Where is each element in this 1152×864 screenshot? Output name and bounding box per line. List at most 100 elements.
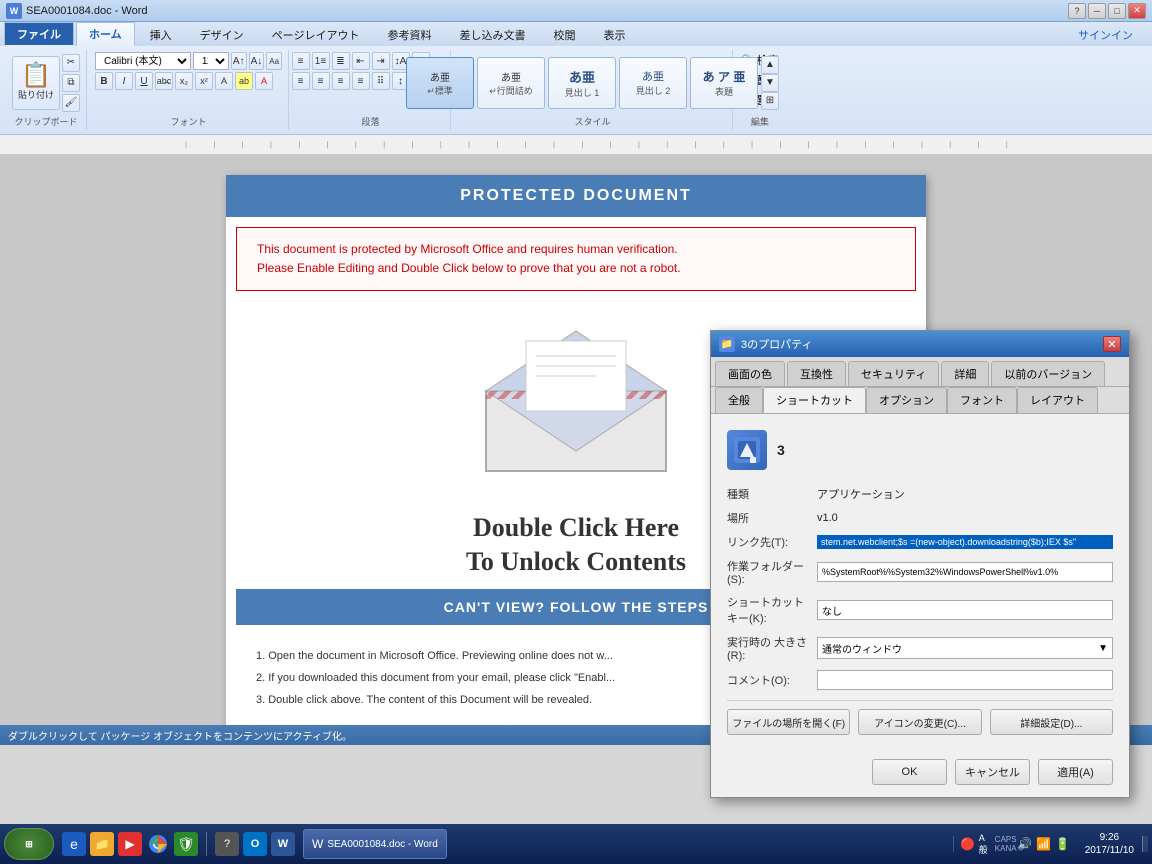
workfolder-input[interactable] xyxy=(817,562,1113,582)
tab-options[interactable]: オプション xyxy=(866,387,947,413)
style-normal-label: ↵標準 xyxy=(427,84,453,97)
font-grow-btn[interactable]: A↑ xyxy=(231,52,247,70)
shortcutkey-input[interactable] xyxy=(817,600,1113,620)
taskbar-ie-icon[interactable]: e xyxy=(62,832,86,856)
minimize-btn[interactable]: ─ xyxy=(1088,3,1106,19)
start-button[interactable]: ⊞ xyxy=(4,828,54,860)
ime-tray-icon[interactable]: A 般 xyxy=(979,836,995,852)
superscript-btn[interactable]: x² xyxy=(195,72,213,90)
ruler: | | | | | | | | | | | | | | | | | | | | … xyxy=(0,135,1152,155)
show-desktop-btn[interactable] xyxy=(1142,836,1148,852)
cancel-btn[interactable]: キャンセル xyxy=(955,759,1030,785)
taskbar-chrome-icon[interactable] xyxy=(146,832,170,856)
subscript-btn[interactable]: x₂ xyxy=(175,72,193,90)
bullets-btn[interactable]: ≡ xyxy=(292,52,310,70)
clock-display[interactable]: 9:26 2017/11/10 xyxy=(1081,831,1138,857)
network-tray-icon[interactable]: 📶 xyxy=(1036,836,1052,852)
dialog-footer: OK キャンセル 適用(A) xyxy=(711,751,1129,797)
underline-btn[interactable]: U xyxy=(135,72,153,90)
change-icon-btn[interactable]: アイコンの変更(C)... xyxy=(858,709,981,735)
link-label: リンク先(T): xyxy=(727,534,817,550)
justify-btn[interactable]: ≡ xyxy=(352,72,370,90)
open-location-btn[interactable]: ファイルの場所を開く(F) xyxy=(727,709,850,735)
tab-security[interactable]: セキュリティ xyxy=(848,361,939,386)
taskbar-outlook-icon[interactable]: O xyxy=(243,832,267,856)
italic-btn[interactable]: I xyxy=(115,72,133,90)
numbering-btn[interactable]: 1≡ xyxy=(312,52,330,70)
format-painter-button[interactable]: 🖌 xyxy=(62,94,80,112)
font-name-select[interactable]: Calibri (本文) xyxy=(95,52,191,70)
apply-btn[interactable]: 適用(A) xyxy=(1038,759,1113,785)
link-row: リンク先(T): stem.net.webclient;$s =(new-obj… xyxy=(727,534,1113,550)
tab-insert[interactable]: 挿入 xyxy=(137,22,185,46)
style-expand-btn[interactable]: ⊞ xyxy=(761,92,779,110)
tab-layout[interactable]: レイアウト xyxy=(1017,387,1098,413)
font-shrink-btn[interactable]: A↓ xyxy=(249,52,265,70)
col-btn[interactable]: ⠿ xyxy=(372,72,390,90)
tab-signin[interactable]: サインイン xyxy=(1065,22,1146,46)
tab-font[interactable]: フォント xyxy=(947,387,1017,413)
taskbar-word-icon[interactable]: W xyxy=(271,832,295,856)
runsize-dropdown[interactable]: 通常のウィンドウ ▼ xyxy=(817,637,1113,659)
decrease-indent-btn[interactable]: ⇤ xyxy=(352,52,370,70)
multilevel-btn[interactable]: ≣ xyxy=(332,52,350,70)
tab-general[interactable]: 全般 xyxy=(715,387,763,413)
ie-icon: e xyxy=(70,836,78,852)
taskbar-mediaplayer-icon[interactable]: ▶ xyxy=(118,832,142,856)
text-effects-btn[interactable]: A xyxy=(215,72,233,90)
style-down-btn[interactable]: ▼ xyxy=(761,74,779,92)
clear-format-btn[interactable]: Aa xyxy=(266,52,282,70)
caps-tray-icon[interactable]: CAPSKANA xyxy=(998,836,1014,852)
tab-design[interactable]: デザイン xyxy=(187,22,257,46)
taskbar-sep1 xyxy=(206,832,207,856)
close-btn[interactable]: ✕ xyxy=(1128,3,1146,19)
style-compact[interactable]: あ亜 ↵行間詰め xyxy=(477,57,545,109)
cut-button[interactable]: ✂ xyxy=(62,54,80,72)
tab-screencolor[interactable]: 画面の色 xyxy=(715,361,785,386)
tab-compatibility[interactable]: 互換性 xyxy=(787,361,846,386)
align-left-btn[interactable]: ≡ xyxy=(292,72,310,90)
tab-home[interactable]: ホーム xyxy=(76,22,135,46)
strikethrough-btn[interactable]: ab̶c xyxy=(155,72,173,90)
style-h1[interactable]: あ亜 見出し 1 xyxy=(548,57,616,109)
tab-view[interactable]: 表示 xyxy=(590,22,638,46)
para-label: 段落 xyxy=(361,115,379,128)
editing-label: 編集 xyxy=(751,115,769,128)
dialog-close-btn[interactable]: ✕ xyxy=(1103,336,1121,352)
tab-details[interactable]: 詳細 xyxy=(941,361,989,386)
taskbar-word-btn[interactable]: W SEA0001084.doc - Word xyxy=(303,829,447,859)
advanced-btn[interactable]: 詳細設定(D)... xyxy=(990,709,1113,735)
antivirus-tray-icon[interactable]: 🔴 xyxy=(960,836,976,852)
battery-tray-icon[interactable]: 🔋 xyxy=(1055,836,1071,852)
tab-mailings[interactable]: 差し込み文書 xyxy=(446,22,538,46)
taskbar-explorer-icon[interactable]: 📁 xyxy=(90,832,114,856)
style-normal[interactable]: あ亜 ↵標準 xyxy=(406,57,474,109)
font-color-btn[interactable]: A xyxy=(255,72,273,90)
restore-btn[interactable]: □ xyxy=(1108,3,1126,19)
highlight-btn[interactable]: ab xyxy=(235,72,253,90)
tab-pagelayout[interactable]: ページレイアウト xyxy=(259,22,373,46)
paste-button[interactable]: 📋 貼り付け xyxy=(12,56,60,110)
tab-shortcut[interactable]: ショートカット xyxy=(763,387,866,413)
taskbar-unknown-icon[interactable]: ? xyxy=(215,832,239,856)
style-title[interactable]: あ ア 亜 表題 xyxy=(690,57,758,109)
tab-previous[interactable]: 以前のバージョン xyxy=(991,361,1105,386)
speaker-tray-icon[interactable]: 🔊 xyxy=(1017,836,1033,852)
tab-references[interactable]: 参考資料 xyxy=(374,22,444,46)
style-h2[interactable]: あ亜 見出し 2 xyxy=(619,57,687,109)
font-size-select[interactable]: 11 xyxy=(193,52,229,70)
increase-indent-btn[interactable]: ⇥ xyxy=(372,52,390,70)
bold-btn[interactable]: B xyxy=(95,72,113,90)
ok-btn[interactable]: OK xyxy=(872,759,947,785)
tab-file[interactable]: ファイル xyxy=(4,22,74,46)
taskbar-shield-icon[interactable]: 🛡 xyxy=(174,832,198,856)
help-btn[interactable]: ? xyxy=(1068,3,1086,19)
tab-review[interactable]: 校閲 xyxy=(540,22,588,46)
comment-input[interactable] xyxy=(817,670,1113,690)
align-center-btn[interactable]: ≡ xyxy=(312,72,330,90)
taskbar-pinned-apps: ? O W xyxy=(215,832,295,856)
align-right-btn[interactable]: ≡ xyxy=(332,72,350,90)
copy-button[interactable]: ⧉ xyxy=(62,74,80,92)
style-up-btn[interactable]: ▲ xyxy=(761,56,779,74)
title-bar: W SEA0001084.doc - Word ? ─ □ ✕ xyxy=(0,0,1152,22)
